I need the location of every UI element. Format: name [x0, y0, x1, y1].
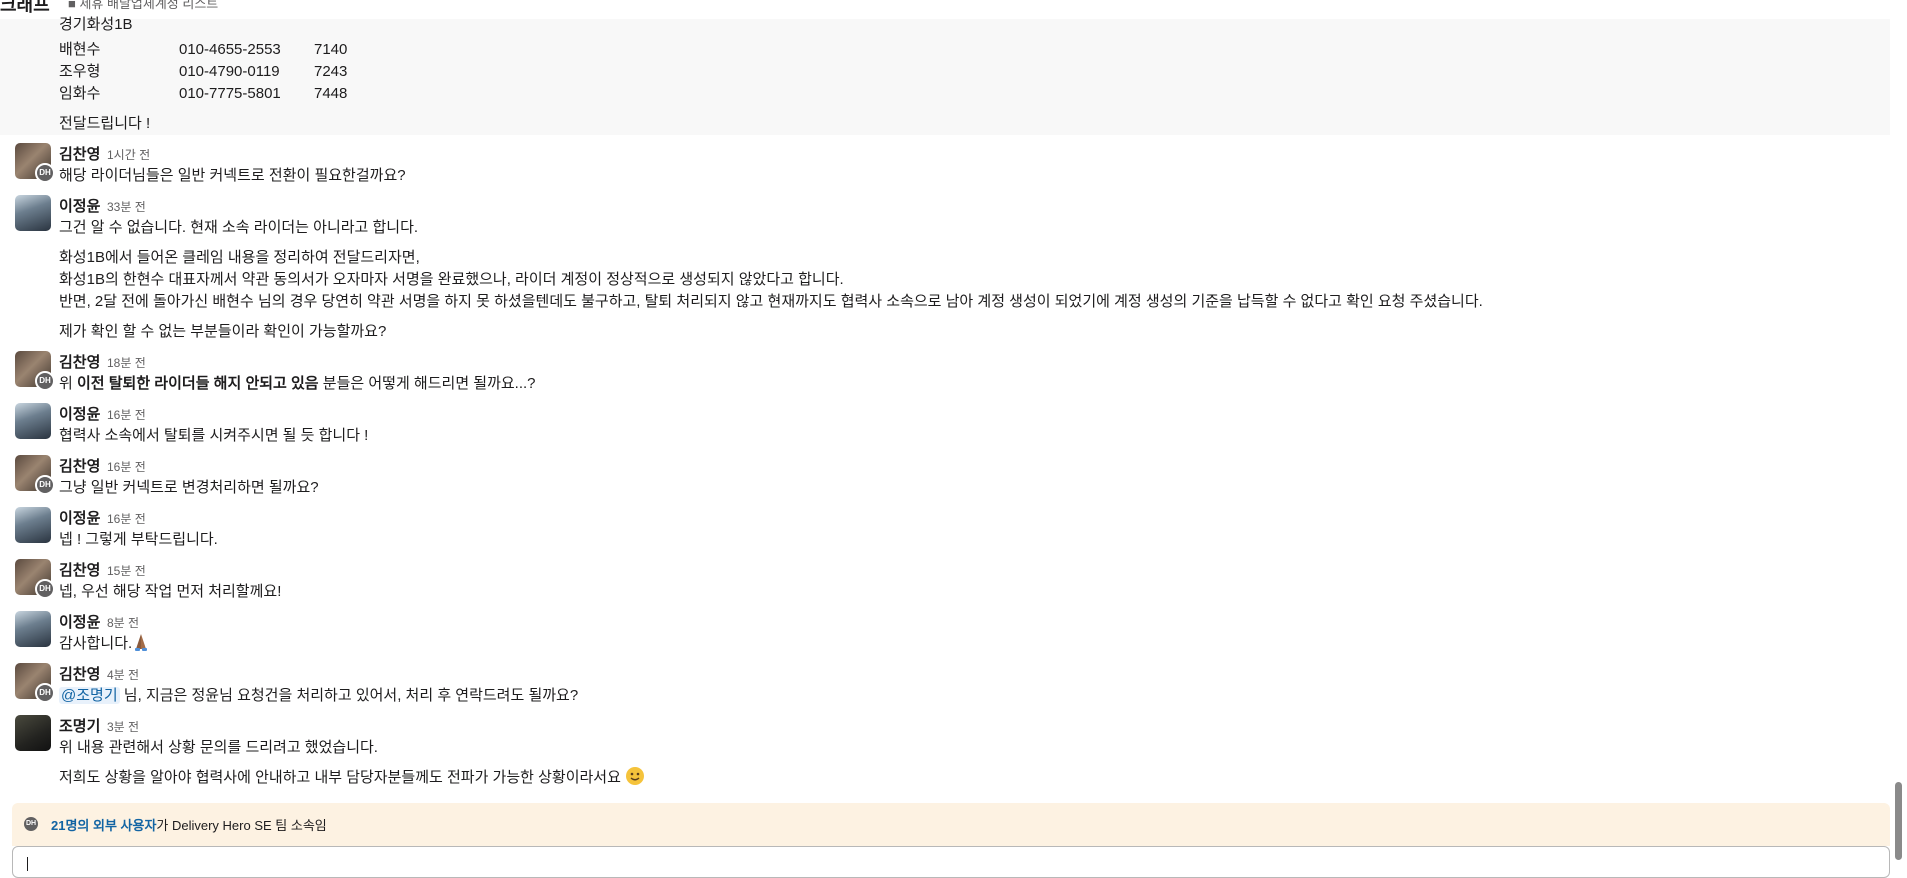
org-badge: DH — [35, 371, 55, 391]
timestamp[interactable]: 1시간 전 — [107, 146, 150, 163]
avatar[interactable] — [15, 715, 51, 751]
message: 이정윤 33분 전 그건 알 수 없습니다. 현재 소속 라이더는 아니라고 합… — [0, 192, 1890, 342]
message-text: 해당 라이더님들은 일반 커넥트로 전환이 필요한걸까요? — [59, 167, 406, 184]
message: DH 김찬영 18분 전 위 이전 탈퇴한 라이더들 해지 안되고 있음 분들은… — [0, 348, 1890, 398]
highlighted-message: 경기화성1B 배현수 010-4655-2553 7140 조우형 010-4790-… — [0, 16, 1890, 135]
sender-name[interactable]: 김찬영 — [59, 663, 100, 684]
message: DH 김찬영 15분 전 넵, 우선 해당 작업 먼저 처리할께요! — [0, 556, 1890, 606]
text-caret — [27, 857, 28, 871]
folded-hands-emoji-icon — [135, 634, 148, 651]
timestamp[interactable]: 33분 전 — [107, 198, 146, 215]
scrollbar-thumb[interactable] — [1895, 782, 1902, 860]
message-text: 그냥 일반 커넥트로 변경처리하면 될까요? — [59, 479, 319, 496]
message: DH 김찬영 16분 전 그냥 일반 커넥트로 변경처리하면 될까요? — [0, 452, 1890, 502]
channel-subtitle[interactable]: ■ 제휴 배달업체계정 리스트 — [68, 0, 218, 12]
message-text: 화성1B의 한현수 대표자께서 약관 동의서가 오자마자 서명을 완료했으나, … — [59, 271, 844, 288]
notice-text: 21명의 외부 사용자가 Delivery Hero SE 팀 소속임 — [51, 818, 327, 833]
message: DH 김찬영 4분 전 @조명기 님, 지금은 정윤님 요청건을 처리하고 있어… — [0, 660, 1890, 710]
message-text: 그건 알 수 없습니다. 현재 소속 라이더는 아니라고 합니다. — [59, 219, 419, 236]
rider-row: 조우형 010-4790-0119 7243 — [59, 63, 348, 80]
timestamp[interactable]: 16분 전 — [107, 510, 146, 527]
sender-name[interactable]: 이정윤 — [59, 403, 100, 424]
bold-text: 이전 탈퇴한 라이더들 해지 안되고 있음 — [76, 375, 319, 392]
sender-name[interactable]: 김찬영 — [59, 143, 100, 164]
message-text: 화성1B에서 들어온 클레임 내용을 정리하여 전달드리자면, — [59, 249, 420, 266]
message-text: 감사합니다. — [59, 632, 150, 653]
message: 조명기 3분 전 위 내용 관련해서 상황 문의를 드리려고 했었습니다. 저희… — [0, 712, 1890, 792]
smiley-emoji-icon — [626, 767, 645, 785]
scrollbar[interactable] — [1890, 0, 1907, 860]
message-text: 위 내용 관련해서 상황 문의를 드리려고 했었습니다. — [59, 739, 378, 756]
org-icon: DH — [24, 817, 38, 831]
sender-name[interactable]: 김찬영 — [59, 559, 100, 580]
timestamp[interactable]: 4분 전 — [107, 666, 139, 683]
timestamp[interactable]: 16분 전 — [107, 458, 146, 475]
sender-name[interactable]: 이정윤 — [59, 195, 100, 216]
sender-name[interactable]: 이정윤 — [59, 507, 100, 528]
avatar[interactable] — [15, 403, 51, 439]
rider-row: 배현수 010-4655-2553 7140 — [59, 41, 348, 58]
timestamp[interactable]: 3분 전 — [107, 718, 139, 735]
timestamp[interactable]: 18분 전 — [107, 354, 146, 371]
message-text: 제가 확인 할 수 없는 부분들이라 확인이 가능할까요? — [59, 323, 387, 340]
sender-name[interactable]: 김찬영 — [59, 455, 100, 476]
message-text: 넵, 우선 해당 작업 먼저 처리할께요! — [59, 583, 282, 600]
user-mention-link[interactable]: @조명기 — [59, 687, 120, 704]
avatar[interactable]: DH — [15, 663, 55, 703]
timestamp[interactable]: 16분 전 — [107, 406, 146, 423]
rider-row: 임화수 010-7775-5801 7448 — [59, 85, 348, 102]
avatar[interactable]: DH — [15, 351, 55, 391]
org-badge: DH — [35, 683, 55, 703]
avatar[interactable] — [15, 611, 51, 647]
external-users-link[interactable]: 21명의 외부 사용자 — [51, 818, 156, 833]
avatar[interactable] — [15, 507, 51, 543]
sender-name[interactable]: 김찬영 — [59, 351, 100, 372]
avatar[interactable]: DH — [15, 143, 55, 183]
sender-name[interactable]: 이정윤 — [59, 611, 100, 632]
org-badge: DH — [35, 163, 55, 183]
message: 이정윤 8분 전 감사합니다. — [0, 608, 1890, 658]
message-text: 넵 ! 그렇게 부탁드립니다. — [59, 531, 218, 548]
message: 이정윤 16분 전 협력사 소속에서 탈퇴를 시켜주시면 될 듯 합니다 ! — [0, 400, 1890, 450]
message-text: 반면, 2달 전에 돌아가신 배현수 님의 경우 당연히 약관 서명을 하지 못… — [59, 293, 1483, 310]
avatar[interactable] — [15, 195, 51, 231]
closing-text: 전달드립니다 ! — [59, 115, 151, 132]
message-input[interactable] — [12, 846, 1890, 878]
message-text: 저희도 상황을 알아야 협력사에 안내하고 내부 담당자분들께도 전파가 가능한… — [59, 766, 645, 787]
timestamp[interactable]: 15분 전 — [107, 562, 146, 579]
message-text: 위 이전 탈퇴한 라이더들 해지 안되고 있음 분들은 어떻게 해드리면 될까요… — [59, 375, 536, 392]
avatar[interactable]: DH — [15, 559, 55, 599]
message: DH 김찬영 1시간 전 해당 라이더님들은 일반 커넥트로 전환이 필요한걸까… — [0, 140, 1890, 190]
channel-title[interactable]: 크래프 — [0, 0, 50, 17]
org-badge: DH — [35, 579, 55, 599]
sender-name[interactable]: 조명기 — [59, 715, 100, 736]
timestamp[interactable]: 8분 전 — [107, 614, 139, 631]
avatar[interactable]: DH — [15, 455, 55, 495]
channel-header: 크래프 ■ 제휴 배달업체계정 리스트 — [0, 0, 1890, 19]
message-text: 협력사 소속에서 탈퇴를 시켜주시면 될 듯 합니다 ! — [59, 427, 369, 444]
message-text: @조명기 님, 지금은 정윤님 요청건을 처리하고 있어서, 처리 후 연락드려… — [59, 687, 579, 704]
message: 이정윤 16분 전 넵 ! 그렇게 부탁드립니다. — [0, 504, 1890, 554]
external-users-notice: DH 21명의 외부 사용자가 Delivery Hero SE 팀 소속임 — [12, 803, 1890, 846]
company-name: 경기화성1B — [59, 16, 133, 33]
org-badge: DH — [35, 475, 55, 495]
